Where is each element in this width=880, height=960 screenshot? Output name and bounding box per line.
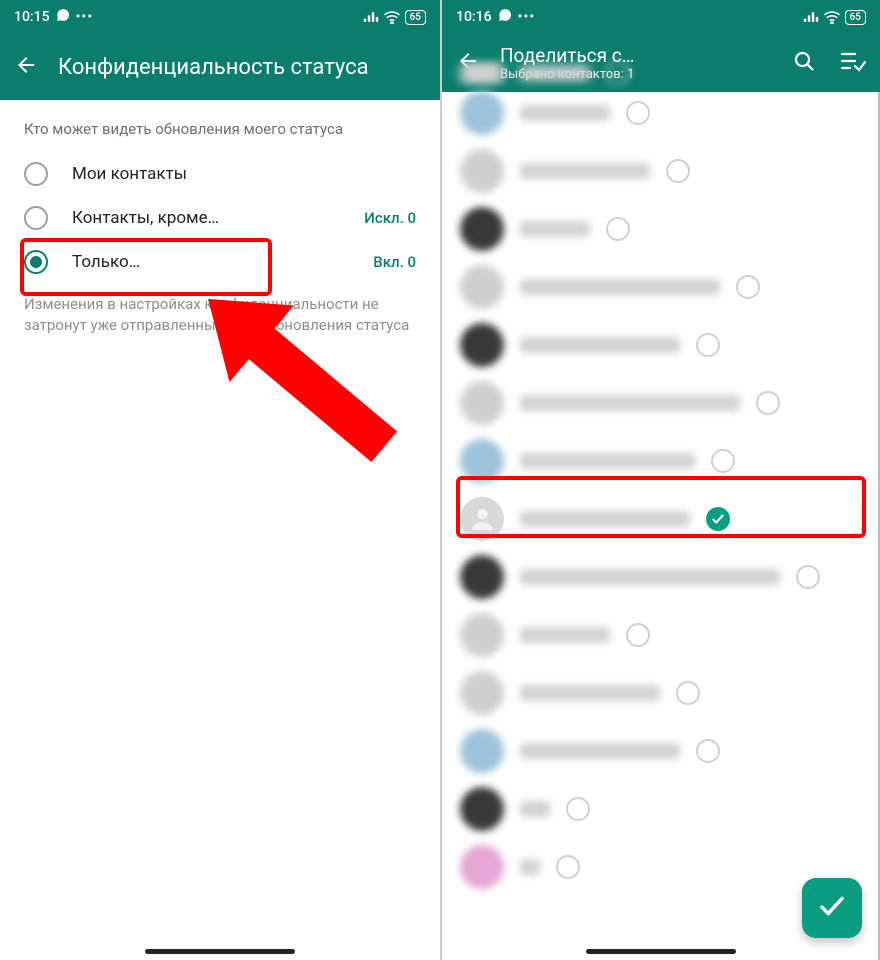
checkbox-icon[interactable] [676,681,700,705]
checkbox-icon[interactable] [666,159,690,183]
avatar [460,381,504,425]
radio-icon [24,250,48,274]
status-bar: 10:15 ••• 65 [0,0,440,34]
wifi-icon [383,10,401,24]
avatar [460,91,504,135]
contact-row[interactable] [442,62,880,84]
contact-name-blurred [520,453,695,469]
nav-pill [145,949,295,954]
contact-row[interactable] [442,200,880,258]
contact-row[interactable] [442,316,880,374]
avatar [460,671,504,715]
status-bar: 10:16 ••• 65 [442,0,880,34]
contact-row[interactable] [442,374,880,432]
option-label: Только… [72,252,349,272]
avatar [460,62,504,84]
option-contacts-except[interactable]: Контакты, кроме… Искл. 0 [24,196,416,240]
contact-name-blurred [520,395,740,411]
avatar [460,149,504,193]
contact-row[interactable] [442,780,880,838]
contact-name-blurred [520,221,590,237]
contact-name-blurred [520,163,650,179]
battery-icon: 65 [405,10,426,25]
option-my-contacts[interactable]: Мои контакты [24,152,416,196]
avatar [460,787,504,831]
status-time: 10:16 [456,9,492,25]
contact-row[interactable] [442,606,880,664]
content: Кто может видеть обновления моего статус… [0,100,440,356]
contact-name-blurred [520,743,680,759]
contact-list[interactable] [442,84,880,896]
status-time: 10:15 [14,9,50,25]
more-icon: ••• [76,9,94,25]
contact-row[interactable] [442,490,880,548]
contact-name-blurred [520,685,660,701]
chat-bubble-icon [498,8,512,26]
checkbox-icon[interactable] [696,739,720,763]
back-arrow-icon[interactable] [14,53,38,81]
wifi-icon [823,10,841,24]
checkbox-icon[interactable] [736,275,760,299]
contact-name-blurred [520,801,550,817]
checkbox-icon[interactable] [706,507,730,531]
confirm-fab[interactable] [802,878,862,938]
contact-name-blurred [520,279,720,295]
checkbox-icon[interactable] [556,855,580,879]
chat-bubble-icon [56,8,70,26]
contact-name-blurred [520,337,680,353]
contact-row[interactable] [442,432,880,490]
signal-icon [363,11,379,23]
avatar [460,555,504,599]
avatar [460,265,504,309]
contact-name-blurred [520,105,610,121]
checkbox-icon[interactable] [756,391,780,415]
avatar [460,323,504,367]
check-icon [817,891,847,925]
checkbox-icon[interactable] [626,101,650,125]
contact-row[interactable] [442,548,880,606]
contact-row[interactable] [442,84,880,142]
option-right-text: Искл. 0 [364,209,416,227]
checkbox-icon[interactable] [711,449,735,473]
contact-name-blurred [520,627,610,643]
avatar [460,845,504,889]
option-right-text: Вкл. 0 [373,253,416,271]
signal-icon [803,11,819,23]
checkbox-icon[interactable] [626,623,650,647]
more-icon: ••• [518,9,536,25]
contact-name-blurred [520,859,540,875]
avatar [460,729,504,773]
contact-name-blurred [520,569,780,585]
checkbox-icon[interactable] [606,62,630,84]
nav-pill [586,949,736,954]
app-bar: Конфиденциальность статуса [0,34,440,100]
checkbox-icon[interactable] [696,333,720,357]
avatar [460,439,504,483]
page-title: Конфиденциальность статуса [58,55,369,80]
avatar [460,497,504,541]
contact-row[interactable] [442,258,880,316]
contact-row[interactable] [442,142,880,200]
contact-row[interactable] [442,664,880,722]
contact-name-blurred [520,65,590,81]
option-label: Мои контакты [72,164,416,184]
battery-icon: 65 [845,10,866,25]
checkbox-icon[interactable] [796,565,820,589]
radio-icon [24,206,48,230]
checkbox-icon[interactable] [606,217,630,241]
option-label: Контакты, кроме… [72,208,340,228]
screen-contact-picker: 10:16 ••• 65 Поделиться с… Выбрано конта… [440,0,880,960]
avatar [460,613,504,657]
footnote-text: Изменения в настройках конфиденциальност… [24,294,416,336]
checkbox-icon[interactable] [566,797,590,821]
contact-name-blurred [520,511,690,527]
option-only-share-with[interactable]: Только… Вкл. 0 [24,240,416,284]
screen-privacy: 10:15 ••• 65 Конфиденциальность статуса … [0,0,440,960]
section-label: Кто может видеть обновления моего статус… [24,120,416,138]
radio-icon [24,162,48,186]
avatar [460,207,504,251]
contact-row[interactable] [442,722,880,780]
